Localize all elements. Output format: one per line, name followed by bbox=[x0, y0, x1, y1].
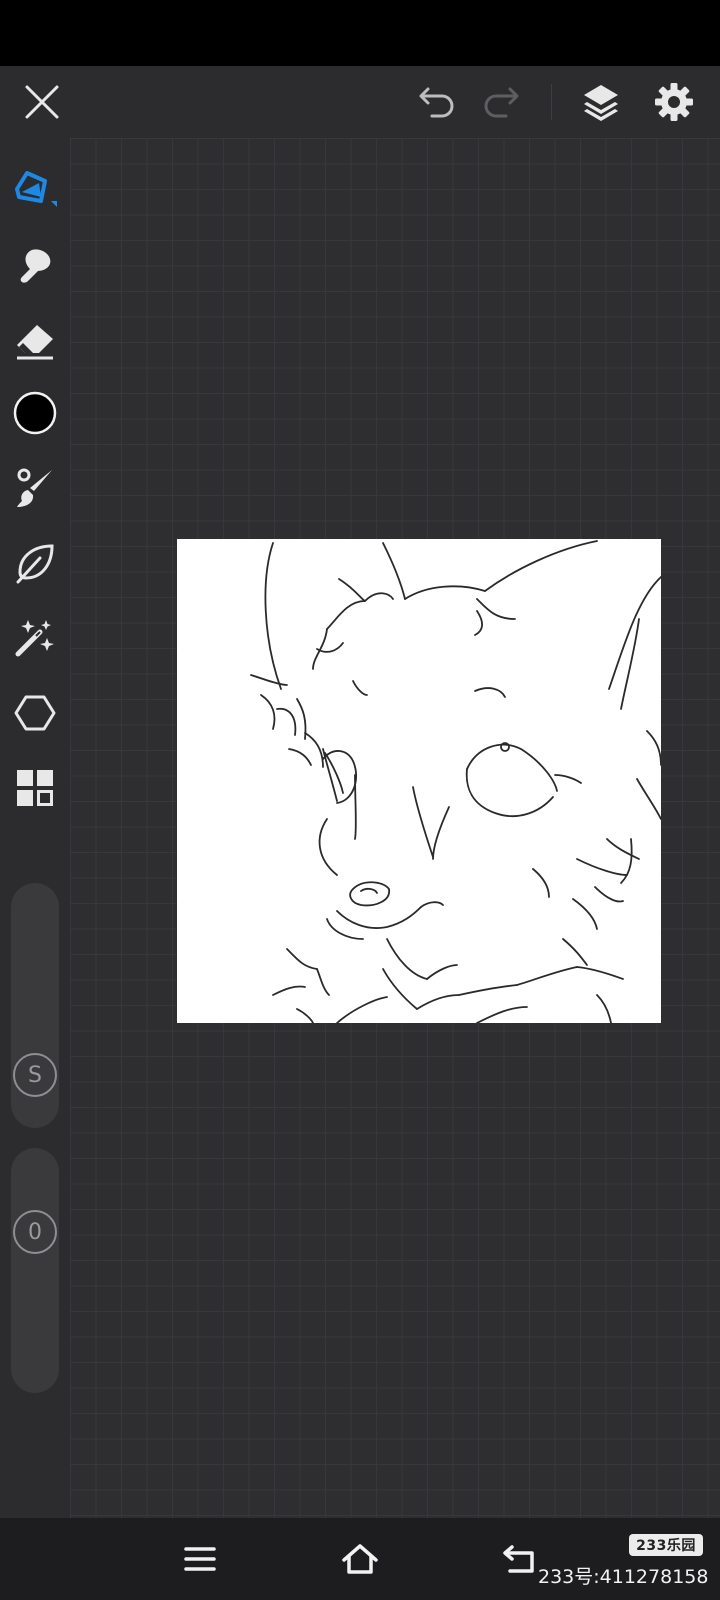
grid-icon bbox=[17, 770, 53, 806]
color-swatch bbox=[13, 391, 57, 435]
tool-panel: S 0 bbox=[0, 138, 70, 1518]
eraser-icon bbox=[17, 325, 53, 360]
gear-icon bbox=[655, 83, 693, 121]
menu-button[interactable] bbox=[172, 1534, 228, 1584]
toolbar-divider bbox=[551, 84, 552, 120]
undo-button[interactable] bbox=[412, 76, 464, 128]
home-button[interactable] bbox=[332, 1534, 388, 1584]
size-slider[interactable]: S bbox=[11, 883, 59, 1128]
redo-button[interactable] bbox=[474, 76, 526, 128]
size-slider-label: S bbox=[28, 1062, 42, 1088]
system-nav-bar: 233乐园 233号:411278158 bbox=[0, 1518, 720, 1600]
back-icon bbox=[503, 1545, 534, 1573]
brush-tool[interactable] bbox=[10, 463, 60, 513]
smudge-tool[interactable] bbox=[10, 241, 60, 291]
lasso-icon bbox=[16, 544, 54, 584]
opacity-slider-label: 0 bbox=[28, 1219, 42, 1245]
magic-wand-icon bbox=[15, 620, 54, 657]
layers-button[interactable] bbox=[575, 76, 627, 128]
opacity-slider-knob[interactable]: 0 bbox=[13, 1210, 57, 1254]
menu-icon bbox=[184, 1547, 216, 1571]
eraser-tool[interactable] bbox=[10, 316, 60, 366]
redo-icon bbox=[484, 87, 519, 118]
shape-tool[interactable] bbox=[10, 688, 60, 738]
opacity-slider[interactable]: 0 bbox=[11, 1148, 59, 1393]
pen-tool[interactable] bbox=[10, 164, 60, 214]
artwork-canvas[interactable] bbox=[177, 539, 661, 1023]
brush-icon bbox=[17, 468, 52, 507]
close-button[interactable] bbox=[16, 76, 68, 128]
smudge-icon bbox=[20, 249, 51, 283]
top-toolbar bbox=[0, 66, 720, 138]
color-picker[interactable] bbox=[10, 388, 60, 438]
settings-button[interactable] bbox=[648, 76, 700, 128]
home-icon bbox=[342, 1544, 378, 1574]
size-slider-knob[interactable]: S bbox=[13, 1053, 57, 1097]
watermark-badge: 233乐园 bbox=[629, 1534, 703, 1556]
layers-icon bbox=[584, 85, 618, 121]
more-tools[interactable] bbox=[10, 763, 60, 813]
close-icon bbox=[25, 85, 59, 119]
watermark-id: 233号:411278158 bbox=[538, 1566, 709, 1588]
status-bar bbox=[0, 0, 720, 66]
drawing-canvas[interactable] bbox=[70, 138, 720, 1518]
pen-icon bbox=[15, 171, 57, 207]
undo-icon bbox=[419, 87, 454, 118]
fox-line-drawing bbox=[250, 540, 661, 1023]
hexagon-icon bbox=[14, 695, 56, 731]
magic-tool[interactable] bbox=[10, 612, 60, 662]
lasso-tool[interactable] bbox=[10, 538, 60, 588]
